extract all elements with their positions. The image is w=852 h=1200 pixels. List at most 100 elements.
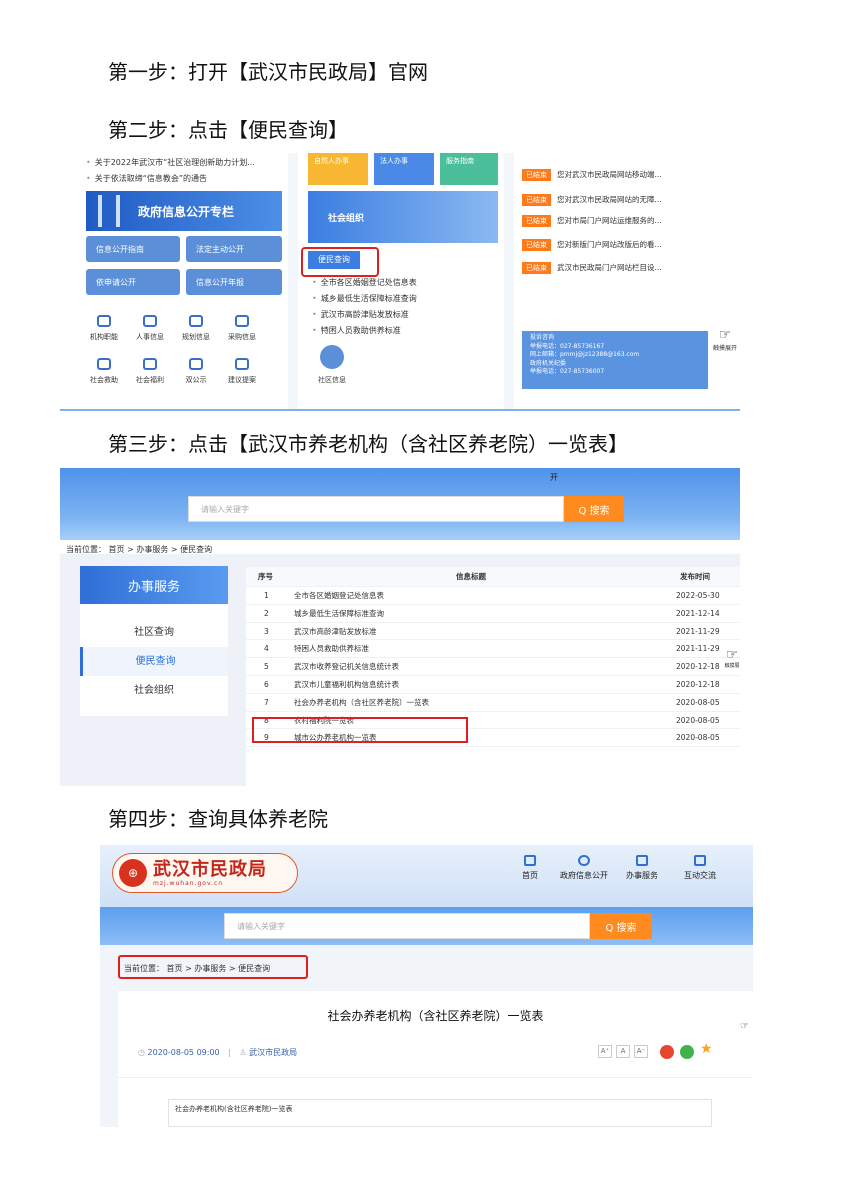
inbox-icon bbox=[189, 358, 203, 370]
personnel-info-link[interactable]: 人事信息 bbox=[128, 315, 172, 342]
clock-icon: ◷ bbox=[138, 1048, 148, 1057]
font-larger-button[interactable]: A⁺ bbox=[598, 1045, 612, 1058]
search-input[interactable]: 请输入关键字 bbox=[188, 496, 564, 522]
contact-phone: 举报电话：027-85736167 bbox=[530, 342, 605, 350]
row-number: 3 bbox=[264, 626, 269, 636]
chat-icon bbox=[235, 358, 249, 370]
news-item[interactable]: 关于依法取缔“信息教会”的通告 bbox=[86, 171, 288, 187]
weibo-icon[interactable] bbox=[660, 1045, 674, 1059]
row-title: 社会办养老机构（含社区养老院）一览表 bbox=[294, 697, 429, 707]
row-title: 特困人员救助供养标准 bbox=[294, 644, 369, 654]
planning-info-link[interactable]: 规划信息 bbox=[174, 315, 218, 342]
table-header: 序号 信息标题 发布时间 bbox=[246, 567, 740, 587]
row-title: 武汉市儿童福利机构信息统计表 bbox=[294, 679, 399, 689]
search-input[interactable]: 请输入关键字 bbox=[224, 913, 590, 939]
annual-report-button[interactable]: 信息公开年报 bbox=[186, 269, 282, 295]
pointer-hand-icon: ☞ bbox=[725, 647, 739, 663]
contact-phone: 举报电话：027-85736007 bbox=[530, 368, 605, 375]
social-org-banner[interactable]: 社会组织 bbox=[308, 191, 498, 243]
article-meta: ◷ 2020-08-05 09:00 | ♙ 武汉市民政局 bbox=[138, 1048, 298, 1057]
natural-person-tab[interactable]: 自然人办事 bbox=[308, 153, 368, 185]
query-table: 序号 信息标题 发布时间 1 全市各区婚姻登记处信息表 2022-05-30 2 城乡最… bbox=[246, 567, 740, 786]
contact-email[interactable]: 网上邮箱：pmmj@jz12388@163.com bbox=[530, 351, 700, 360]
banner-partial-text: 开 bbox=[550, 473, 558, 482]
notice-item[interactable]: 已结束 您对新版门户网站改版后的看... bbox=[522, 239, 662, 251]
row-title: 城乡最低生活保障标准查询 bbox=[294, 608, 384, 618]
sidebar-item-convenience-query[interactable]: 便民查询 bbox=[80, 647, 228, 676]
column-header: 信息标题 bbox=[456, 572, 486, 581]
site-logo[interactable]: ⊕ 武汉市民政局 mzj.wuhan.gov.cn bbox=[112, 853, 298, 893]
news-item[interactable]: 关于2022年武汉市“社区治理创新助力计划... bbox=[86, 155, 288, 171]
nav-gov-info[interactable]: 政府信息公开 bbox=[554, 855, 614, 881]
monument-icon bbox=[98, 195, 120, 227]
building-icon bbox=[97, 315, 111, 327]
org-function-link[interactable]: 机构职能 bbox=[82, 315, 126, 342]
service-guide-tab[interactable]: 服务指南 bbox=[440, 153, 498, 185]
nav-services[interactable]: 办事服务 bbox=[612, 855, 672, 881]
gov-info-banner[interactable]: 政府信息公开专栏 bbox=[86, 191, 282, 231]
nav-home[interactable]: 首页 bbox=[500, 855, 560, 881]
sidebar-item-community-query[interactable]: 社区查询 bbox=[80, 618, 228, 647]
nav-interaction[interactable]: 互动交流 bbox=[670, 855, 730, 881]
search-button[interactable]: Q 搜索 bbox=[564, 496, 624, 522]
contact-title: 政府机关纪委 bbox=[530, 359, 567, 367]
table-row[interactable]: 1 全市各区婚姻登记处信息表 2022-05-30 bbox=[246, 587, 740, 605]
notice-item[interactable]: 已结束 您对武汉市民政局网站的无障... bbox=[522, 194, 662, 206]
bookmark-icon bbox=[636, 855, 648, 866]
attachment-box[interactable]: 社会办养老机构(含社区养老院)一览表 bbox=[168, 1099, 712, 1127]
pointer-hand-icon: ☞ bbox=[740, 1021, 749, 1032]
tiktok-icon bbox=[320, 345, 344, 369]
procurement-info-link[interactable]: 采购信息 bbox=[220, 315, 264, 342]
query-link[interactable]: 特困人员救助供养标准 bbox=[312, 323, 417, 339]
row-date: 2020-08-05 bbox=[676, 697, 720, 707]
logo-text: 武汉市民政局 bbox=[153, 858, 267, 880]
publish-time: 2020-08-05 09:00 bbox=[147, 1048, 220, 1057]
search-button[interactable]: Q 搜索 bbox=[590, 913, 652, 939]
screen-icon bbox=[143, 358, 157, 370]
table-row[interactable]: 6 武汉市儿童福利机构信息统计表 2020-12-18 bbox=[246, 676, 740, 694]
row-date: 2020-12-18 bbox=[676, 679, 720, 689]
table-row[interactable]: 3 武汉市高龄津贴发放标准 2021-11-29 bbox=[246, 623, 740, 641]
plan-icon bbox=[189, 315, 203, 327]
people-icon bbox=[143, 315, 157, 327]
logo-domain: mzj.wuhan.gov.cn bbox=[153, 879, 224, 887]
legal-person-tab[interactable]: 法人办事 bbox=[374, 153, 434, 185]
social-aid-link[interactable]: 社会救助 bbox=[82, 358, 126, 385]
font-normal-button[interactable]: A bbox=[616, 1045, 630, 1058]
query-link[interactable]: 城乡最低生活保障标准查询 bbox=[312, 291, 417, 307]
query-link[interactable]: 全市各区婚姻登记处信息表 bbox=[312, 275, 417, 291]
font-smaller-button[interactable]: A⁻ bbox=[634, 1045, 648, 1058]
wechat-icon[interactable] bbox=[680, 1045, 694, 1059]
touch-expand-control[interactable]: ☞ 触摸展 bbox=[720, 648, 740, 669]
person-icon: ♙ bbox=[239, 1048, 250, 1057]
notice-item[interactable]: 已结束 您对武汉市民政局网站移动端... bbox=[522, 169, 662, 181]
active-disclosure-button[interactable]: 法定主动公开 bbox=[186, 236, 282, 262]
row-title: 武汉市高龄津贴发放标准 bbox=[294, 626, 377, 636]
notice-item[interactable]: 已结束 您对市局门户网站运维服务的... bbox=[522, 215, 662, 227]
double-publicity-link[interactable]: 双公示 bbox=[174, 358, 218, 385]
step-2-title: 第二步：点击【便民查询】 bbox=[108, 118, 348, 142]
row-date: 2020-08-05 bbox=[676, 733, 720, 743]
table-row[interactable]: 4 特困人员救助供养标准 2021-11-29 bbox=[246, 640, 740, 659]
sidebar-item-social-org[interactable]: 社会组织 bbox=[80, 676, 228, 705]
row-date: 2020-08-05 bbox=[676, 715, 720, 725]
gov-info-guide-button[interactable]: 信息公开指南 bbox=[86, 236, 180, 262]
notice-item[interactable]: 已结束 武汉市民政局门户网站栏目设... bbox=[522, 262, 662, 274]
query-link[interactable]: 武汉市高龄津贴发放标准 bbox=[312, 307, 417, 323]
proposal-link[interactable]: 建议提案 bbox=[220, 358, 264, 385]
sidebar-title: 办事服务 bbox=[80, 566, 228, 604]
table-row[interactable]: 7 社会办养老机构（含社区养老院）一览表 2020-08-05 bbox=[246, 694, 740, 712]
touch-expand-control[interactable]: ☞ bbox=[740, 1021, 749, 1032]
favorite-star-icon[interactable]: ★ bbox=[700, 1041, 713, 1057]
apply-disclosure-button[interactable]: 依申请公开 bbox=[86, 269, 180, 295]
step-4-title: 第四步：查询具体养老院 bbox=[108, 807, 328, 831]
expand-control[interactable]: ☞ 触摸展开 bbox=[710, 327, 740, 352]
community-info-link[interactable]: 社区信息 bbox=[312, 345, 352, 385]
convenience-query-screenshot: 开 请输入关键字 Q 搜索 当前位置： 首页 > 办事服务 > 便民查询 办事服… bbox=[60, 468, 740, 786]
table-row[interactable]: 5 武汉市收养登记机关信息统计表 2020-12-18 bbox=[246, 658, 740, 676]
table-row[interactable]: 2 城乡最低生活保障标准查询 2021-12-14 bbox=[246, 605, 740, 623]
briefcase-icon bbox=[235, 315, 249, 327]
social-welfare-link[interactable]: 社会福利 bbox=[128, 358, 172, 385]
pointer-hand-icon: ☞ bbox=[718, 327, 732, 343]
chat-icon bbox=[578, 855, 590, 866]
